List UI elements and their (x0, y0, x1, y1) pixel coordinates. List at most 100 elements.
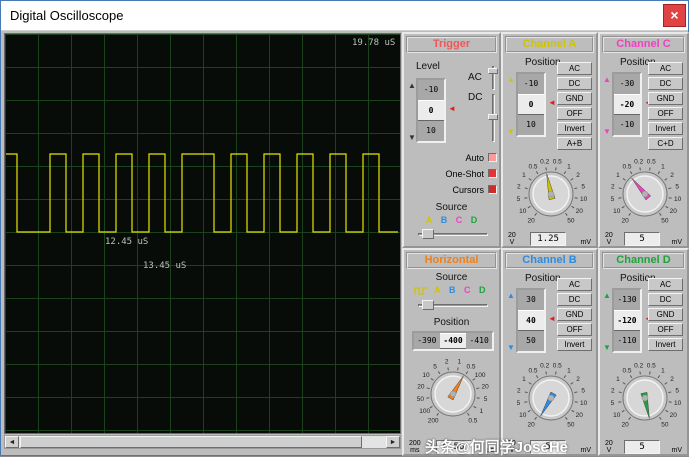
svg-text:1: 1 (522, 172, 526, 179)
mode-off[interactable]: OFF (557, 107, 592, 120)
gain-value: 5 (624, 440, 660, 454)
mode-gnd[interactable]: GND (557, 92, 592, 105)
source-c-label: C (456, 215, 463, 225)
position-thumbwheel[interactable]: -30 -20 -10 (612, 72, 642, 137)
svg-text:0.5: 0.5 (529, 163, 538, 170)
gain-knob[interactable]: 20105210.50.20.5125102050 (506, 154, 596, 232)
position-label: Position (404, 317, 499, 328)
channel-b-title: Channel B (505, 252, 594, 269)
scroll-right-icon[interactable]: ► (386, 436, 400, 448)
oscilloscope-window: Digital Oscilloscope × 19.78 uS 12.45 uS… (0, 0, 689, 456)
position-down-icon[interactable]: ▼ (507, 128, 515, 136)
svg-text:1: 1 (616, 172, 620, 179)
mode-ac[interactable]: AC (648, 62, 683, 75)
mode-off[interactable]: OFF (648, 323, 683, 336)
coupling-dc-slider[interactable] (488, 94, 498, 142)
mode-gnd[interactable]: GND (648, 92, 683, 105)
timebase-knob[interactable]: 2001005020105210.510020510.5 (408, 354, 498, 432)
slider-thumb[interactable] (488, 68, 498, 74)
mode-dc[interactable]: DC (648, 77, 683, 90)
gain-knob[interactable]: 20105210.50.20.5125102050 (506, 358, 596, 436)
mode-dc[interactable]: DC (648, 293, 683, 306)
close-button[interactable]: × (663, 4, 686, 27)
mode-invert[interactable]: Invert (648, 338, 683, 351)
position-down-icon[interactable]: ▼ (603, 128, 611, 136)
mode-invert[interactable]: Invert (557, 338, 592, 351)
position-label: Position (525, 273, 561, 284)
mode-ac[interactable]: AC (557, 62, 592, 75)
level-pointer-icon: ◄ (448, 105, 456, 113)
svg-text:5: 5 (517, 400, 521, 407)
knob-max-unit: mV (671, 239, 682, 246)
svg-text:2: 2 (670, 376, 674, 383)
level-value-next: 10 (418, 121, 444, 141)
position-value-next: 50 (518, 331, 544, 351)
horizontal-source-slider[interactable] (418, 299, 488, 311)
gain-knob[interactable]: 20105210.50.20.5125102050 (600, 154, 689, 232)
level-value-prev: -10 (418, 80, 444, 100)
position-up-icon[interactable]: ▲ (507, 76, 515, 84)
mode-ac[interactable]: AC (557, 278, 592, 291)
level-up-icon[interactable]: ▲ (408, 82, 416, 90)
svg-text:1: 1 (457, 359, 461, 366)
svg-text:5: 5 (675, 388, 679, 395)
slider-thumb[interactable] (488, 114, 498, 120)
svg-text:5: 5 (517, 196, 521, 203)
position-down-icon[interactable]: ▼ (603, 344, 611, 352)
position-value-next: -10 (614, 115, 640, 135)
position-value-current: -400 (440, 333, 467, 349)
mode-dc[interactable]: DC (557, 293, 592, 306)
svg-text:2: 2 (611, 184, 615, 191)
source-a-label: A (426, 215, 433, 225)
position-up-icon[interactable]: ▲ (603, 76, 611, 84)
mode-off[interactable]: OFF (557, 323, 592, 336)
mode-dc[interactable]: DC (557, 77, 592, 90)
horizontal-scrollbar[interactable]: ◄ ► (4, 435, 401, 449)
svg-text:0.2: 0.2 (634, 159, 643, 166)
mode-invert[interactable]: Invert (648, 122, 683, 135)
cursors-led (488, 185, 497, 194)
position-up-icon[interactable]: ▲ (507, 292, 515, 300)
svg-text:0.2: 0.2 (540, 159, 549, 166)
svg-text:10: 10 (519, 208, 527, 215)
svg-text:20: 20 (622, 217, 630, 224)
gain-knob[interactable]: 20105210.50.20.5125102050 (600, 358, 689, 436)
scroll-left-icon[interactable]: ◄ (5, 436, 19, 448)
svg-text:1: 1 (479, 408, 483, 415)
svg-text:100: 100 (419, 408, 430, 415)
mode-invert[interactable]: Invert (557, 122, 592, 135)
position-down-icon[interactable]: ▼ (507, 344, 515, 352)
scrollbar-thumb[interactable] (20, 436, 362, 448)
position-thumbwheel[interactable]: 30 40 50 (516, 288, 546, 353)
position-up-icon[interactable]: ▲ (603, 292, 611, 300)
one-shot-button[interactable]: One-Shot (408, 169, 484, 179)
channel-d-title: Channel D (602, 252, 685, 269)
svg-text:1: 1 (661, 367, 665, 374)
slider-thumb[interactable] (422, 300, 434, 310)
source-d-label: D (471, 215, 478, 225)
position-thumbwheel[interactable]: -10 0 10 (516, 72, 546, 137)
level-thumbwheel[interactable]: -10 0 10 (416, 78, 446, 143)
position-thumbwheel[interactable]: -130 -120 -110 (612, 288, 642, 353)
horizontal-position-thumbwheel[interactable]: -390 -400 -410 (412, 331, 494, 351)
position-value-current: -20 (614, 94, 640, 115)
coupling-ac-label[interactable]: AC (468, 72, 482, 83)
position-value-prev: -10 (518, 74, 544, 94)
trigger-source-slider[interactable] (418, 228, 488, 240)
svg-text:10: 10 (613, 412, 621, 419)
svg-text:0.2: 0.2 (634, 363, 643, 370)
mode-gnd[interactable]: GND (648, 308, 683, 321)
mode-c-plus-d[interactable]: C+D (648, 137, 683, 150)
slider-thumb[interactable] (422, 229, 434, 239)
mode-off[interactable]: OFF (648, 107, 683, 120)
cursors-button[interactable]: Cursors (408, 185, 484, 195)
mode-gnd[interactable]: GND (557, 308, 592, 321)
coupling-dc-label[interactable]: DC (468, 92, 482, 103)
coupling-ac-slider[interactable] (488, 66, 498, 90)
oscilloscope-screen[interactable]: 19.78 uS 12.45 uS 13.45 uS (4, 33, 401, 434)
mode-a-plus-b[interactable]: A+B (557, 137, 592, 150)
mode-ac[interactable]: AC (648, 278, 683, 291)
window-title: Digital Oscilloscope (10, 8, 123, 23)
auto-button[interactable]: Auto (408, 153, 484, 163)
level-down-icon[interactable]: ▼ (408, 134, 416, 142)
